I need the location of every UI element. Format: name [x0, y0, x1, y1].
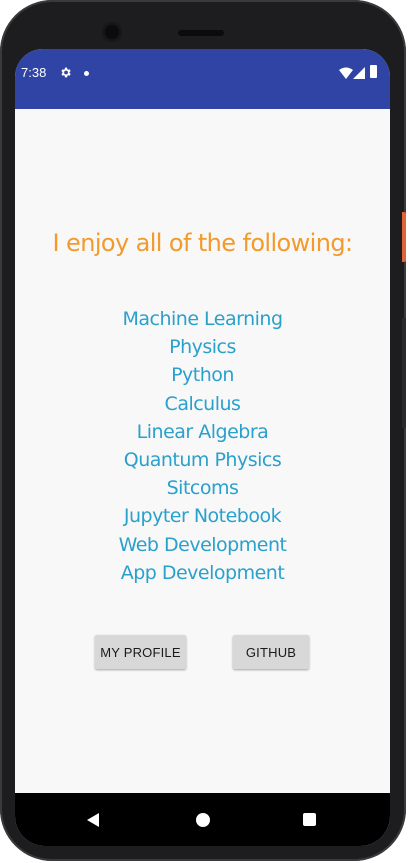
navigation-bar [15, 793, 390, 846]
list-item: Web Development [118, 533, 287, 556]
front-camera [105, 25, 119, 39]
main-content: I enjoy all of the following: Machine Le… [15, 109, 390, 793]
back-icon[interactable] [87, 813, 99, 827]
github-button[interactable]: GITHUB [233, 635, 309, 669]
status-time: 7:38 [21, 65, 47, 80]
list-item: Machine Learning [122, 308, 283, 330]
recents-icon[interactable] [303, 813, 316, 826]
list-item: App Development [120, 561, 285, 584]
wifi-icon [339, 67, 353, 79]
interest-list: Machine Learning Physics Python Calculus… [15, 305, 390, 587]
signal-icon [353, 67, 365, 79]
list-item: Jupyter Notebook [123, 505, 282, 528]
list-item: Calculus [164, 392, 241, 415]
list-item: Linear Algebra [136, 420, 269, 443]
list-item: Physics [169, 336, 236, 359]
screen: 7:38 I enjoy all of the following: Machi… [15, 49, 390, 846]
earpiece-speaker [178, 30, 224, 36]
notification-dot-icon [84, 71, 89, 76]
status-bar: 7:38 [15, 49, 390, 109]
page-title: I enjoy all of the following: [52, 229, 354, 257]
power-button [402, 212, 406, 262]
phone-frame: 7:38 I enjoy all of the following: Machi… [0, 0, 406, 861]
gear-icon [61, 67, 71, 78]
my-profile-button[interactable]: MY PROFILE [95, 635, 186, 669]
list-item: Quantum Physics [123, 448, 282, 471]
home-icon[interactable] [196, 813, 210, 827]
list-item: Sitcoms [166, 477, 239, 500]
list-item: Python [171, 364, 234, 387]
battery-icon [370, 65, 377, 78]
volume-button [402, 318, 406, 428]
